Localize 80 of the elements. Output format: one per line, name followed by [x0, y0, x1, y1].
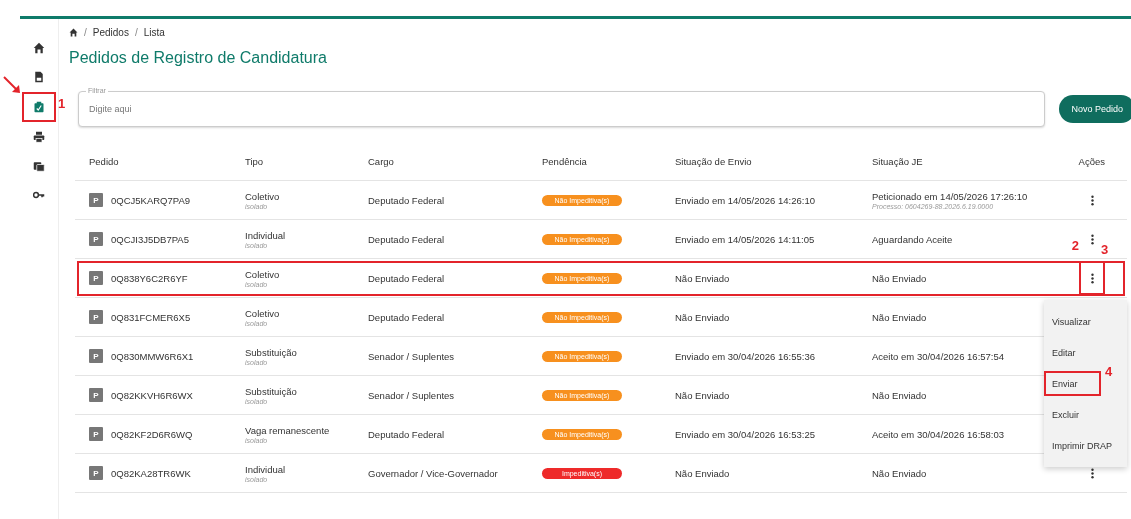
printer-icon[interactable] [33, 131, 45, 143]
document-icon[interactable] [33, 71, 45, 83]
callout-number: 3 [1101, 243, 1109, 256]
order-id: 0Q82KF2D6R6WQ [111, 428, 193, 440]
court-status: Aguardando Aceite [872, 233, 953, 245]
position-text: Deputado Federal [368, 233, 445, 245]
kebab-icon [1090, 233, 1094, 245]
column-header: Situação JE [871, 156, 924, 167]
menu-item[interactable]: Editar [1044, 340, 1101, 365]
position-text: Senador / Suplentes [368, 350, 455, 362]
column-header: Situação de Envio [674, 156, 753, 167]
order-id: 0Q838Y6C2R6YF [111, 272, 188, 284]
send-status: Enviado em 30/04/2026 16:55:36 [675, 350, 815, 362]
type-text: Individual [245, 229, 286, 241]
order-badge: P [89, 349, 103, 363]
position-text: Deputado Federal [368, 194, 445, 206]
breadcrumb-separator: / [134, 26, 138, 38]
type-text: Coletivo [245, 307, 280, 319]
position-text: Deputado Federal [368, 428, 445, 440]
send-status: Enviado em 14/05/2026 14:26:10 [675, 194, 815, 206]
send-status: Enviado em 14/05/2026 14:11:05 [675, 233, 815, 245]
order-id: 0Q82KKVH6R6WX [111, 389, 193, 401]
breadcrumb-separator: / [84, 26, 87, 38]
order-badge: P [89, 193, 103, 207]
column-header: Tipo [244, 156, 265, 167]
order-id: 0QCJ5KARQ7PA9 [111, 194, 191, 206]
home-icon[interactable] [69, 27, 78, 37]
menu-item[interactable]: Excluir [1044, 402, 1101, 427]
home-icon[interactable] [33, 42, 45, 54]
column-header: Ações [1077, 156, 1106, 167]
column-header: Pedido [88, 156, 120, 167]
court-status: Aceito em 30/04/2026 16:57:54 [872, 350, 1005, 362]
type-text: Coletivo [245, 268, 280, 280]
order-badge: P [89, 232, 103, 246]
callout-number: 4 [1105, 365, 1113, 378]
key-icon[interactable] [33, 189, 45, 201]
type-text: Substituição [245, 346, 297, 358]
send-status: Não Enviado [675, 272, 730, 284]
position-text: Governador / Vice-Governador [368, 467, 498, 479]
order-badge: P [89, 271, 103, 285]
callout-number: 2 [1071, 239, 1079, 252]
kebab-icon [1090, 272, 1094, 284]
court-status: Peticionado em 14/05/2026 17:26:10 [872, 190, 1028, 202]
order-badge: P [89, 466, 103, 480]
menu-item[interactable]: Visualizar [1044, 309, 1101, 334]
callout-number: 1 [58, 97, 66, 110]
type-text: Individual [245, 463, 286, 475]
clipboard-icon[interactable] [33, 101, 45, 113]
kebab-icon [1090, 194, 1094, 206]
column-header: Pendência [541, 156, 588, 167]
court-status: Não Enviado [872, 311, 927, 323]
column-header: Cargo [367, 156, 395, 167]
breadcrumb-item: Lista [143, 26, 165, 38]
send-status: Não Enviado [675, 389, 730, 401]
send-status: Enviado em 30/04/2026 16:53:25 [675, 428, 815, 440]
stack-icon[interactable] [33, 160, 45, 172]
order-badge: P [89, 388, 103, 402]
new-order-button[interactable]: Novo Pedido [1059, 95, 1131, 123]
type-text: Substituição [245, 385, 297, 397]
send-status: Não Enviado [675, 467, 730, 479]
order-id: 0Q830MMW6R6X1 [111, 350, 194, 362]
menu-item[interactable]: Imprimir DRAP [1044, 433, 1118, 458]
court-status: Não Enviado [872, 272, 927, 284]
position-text: Deputado Federal [368, 272, 445, 284]
kebab-icon [1090, 467, 1094, 479]
send-status: Não Enviado [675, 311, 730, 323]
position-text: Senador / Suplentes [368, 389, 455, 401]
order-id: 0QCJI3J5DB7PA5 [111, 233, 189, 245]
position-text: Deputado Federal [368, 311, 445, 323]
type-text: Vaga remanescente [245, 424, 330, 436]
order-id: 0Q82KA28TR6WK [111, 467, 191, 479]
breadcrumb-item[interactable]: Pedidos [92, 26, 129, 38]
court-status: Não Enviado [872, 389, 927, 401]
type-text: Coletivo [245, 190, 280, 202]
order-badge: P [89, 427, 103, 441]
order-id: 0Q831FCMER6X5 [111, 311, 191, 323]
court-status: Aceito em 30/04/2026 16:58:03 [872, 428, 1005, 440]
order-badge: P [89, 310, 103, 324]
court-status: Não Enviado [872, 467, 927, 479]
page-title: Pedidos de Registro de Candidatura [69, 49, 328, 67]
